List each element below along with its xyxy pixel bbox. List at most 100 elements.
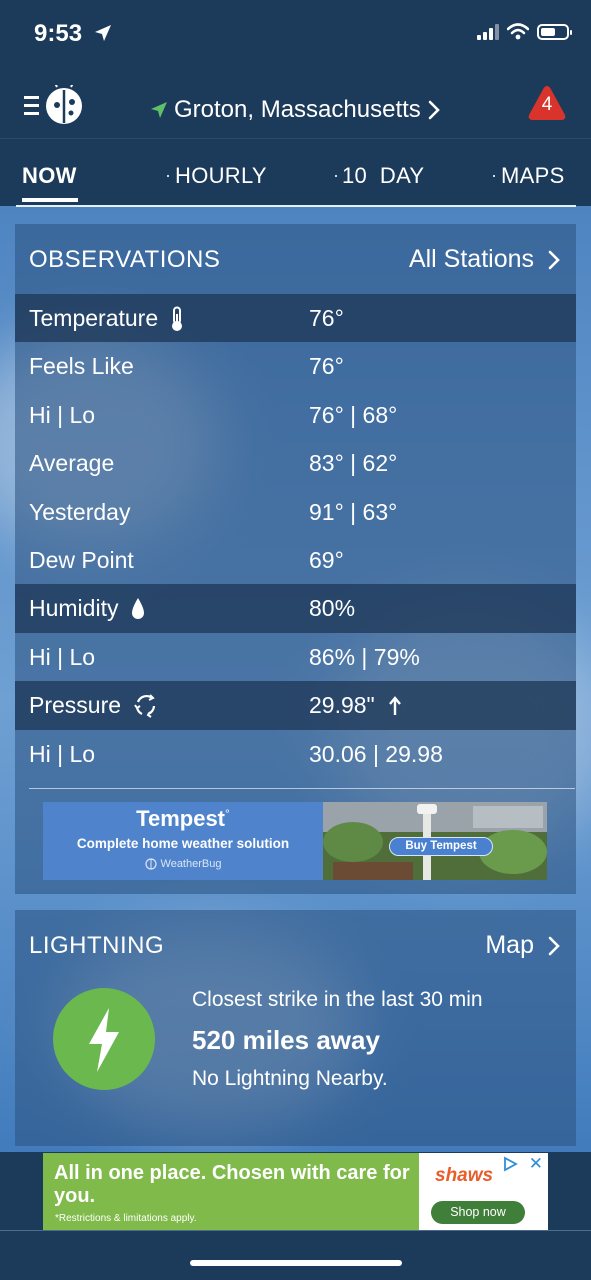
observation-row-average: Average 83° | 62°	[15, 439, 576, 487]
tab-hourly[interactable]: HOURLY	[175, 163, 267, 189]
observation-value: 69°	[309, 546, 344, 573]
status-icons	[477, 23, 572, 40]
shaws-ad-headline: All in one place. Chosen with care for y…	[54, 1162, 410, 1207]
lightning-bolt-icon	[89, 1008, 119, 1072]
alerts-button[interactable]: 4	[527, 84, 567, 122]
observation-label: Pressure	[29, 692, 159, 719]
strike-distance: 520 miles away	[192, 1025, 380, 1055]
observation-label: Average	[29, 450, 115, 477]
lightning-header: LIGHTNING Map	[15, 910, 576, 980]
ad-choices-icon[interactable]	[502, 1156, 518, 1172]
tab-separator	[167, 175, 169, 177]
observation-row-dew-point: Dew Point 69°	[15, 536, 576, 584]
app-header: 9:53 Groton, Massachusetts 4	[0, 0, 591, 138]
shaws-ad-banner[interactable]: All in one place. Chosen with care for y…	[43, 1153, 548, 1230]
observations-header: OBSERVATIONS All Stations	[15, 224, 576, 294]
tab-now-indicator	[22, 198, 78, 202]
tempest-ad-banner[interactable]: Tempest° Complete home weather solution …	[43, 802, 547, 880]
strike-caption: Closest strike in the last 30 min	[192, 988, 483, 1011]
tab-bar: NOW HOURLY 10 DAY MAPS	[0, 138, 591, 206]
wifi-icon	[507, 23, 529, 40]
observation-value: 83° | 62°	[309, 450, 398, 477]
observation-label: Temperature	[29, 305, 184, 332]
pressure-cycle-icon	[134, 693, 156, 718]
tempest-logo: Tempest°	[136, 806, 230, 831]
lightning-map-link[interactable]: Map	[485, 931, 560, 960]
pressure-value: 29.98"	[309, 692, 375, 719]
shaws-ad-fine-print: *Restrictions & limitations apply.	[55, 1213, 197, 1224]
observation-label: Hi | Lo	[29, 643, 96, 670]
observation-value: 30.06 | 29.98	[309, 740, 443, 767]
battery-icon	[537, 23, 572, 40]
all-stations-link[interactable]: All Stations	[409, 245, 560, 274]
weatherbug-logo-icon	[144, 858, 157, 870]
location-selector[interactable]: Groton, Massachusetts	[150, 96, 441, 124]
cellular-signal-icon	[477, 23, 499, 40]
tabs-divider	[16, 205, 576, 207]
observation-row-humidity-hi-lo: Hi | Lo 86% | 79%	[15, 633, 576, 681]
observation-row-hi-lo: Hi | Lo 76° | 68°	[15, 391, 576, 439]
shop-now-button[interactable]: Shop now	[431, 1201, 525, 1224]
water-drop-icon	[132, 597, 145, 619]
location-name: Groton, Massachusetts	[174, 96, 421, 123]
home-indicator[interactable]	[190, 1260, 402, 1266]
observation-row-humidity[interactable]: Humidity 80%	[15, 584, 576, 633]
lightning-bolt-badge	[53, 988, 155, 1090]
tab-separator	[335, 175, 337, 177]
observation-label: Feels Like	[29, 353, 134, 380]
observation-value: 76° | 68°	[309, 401, 398, 428]
alert-count: 4	[541, 94, 553, 115]
location-services-icon	[95, 25, 111, 41]
tempest-tagline: Complete home weather solution	[76, 836, 290, 851]
shaws-logo: shaws	[435, 1165, 494, 1186]
observation-row-pressure[interactable]: Pressure 29.98"	[15, 681, 576, 730]
chevron-right-icon	[548, 250, 560, 269]
weatherbug-brand: WeatherBug	[43, 858, 323, 870]
tempest-photo: Buy Tempest	[323, 802, 547, 880]
all-stations-label: All Stations	[408, 245, 534, 273]
ad-close-icon[interactable]: ✕	[529, 1154, 543, 1174]
menu-button[interactable]	[24, 80, 86, 127]
observation-row-yesterday: Yesterday 91° | 63°	[15, 488, 576, 536]
observation-label-text: Humidity	[29, 595, 119, 622]
observation-label-text: Pressure	[29, 692, 122, 719]
observation-value: 86% | 79%	[309, 643, 420, 670]
observation-row-pressure-hi-lo: Hi | Lo 30.06 | 29.98	[15, 730, 576, 778]
observation-label: Humidity	[29, 595, 146, 622]
status-time: 9:53	[34, 20, 83, 47]
observations-card: OBSERVATIONS All Stations Temperature 76…	[15, 224, 576, 894]
observation-value: 76°	[309, 305, 344, 331]
tab-10-day[interactable]: 10 DAY	[342, 163, 424, 189]
observation-label: Hi | Lo	[29, 401, 96, 428]
location-arrow-icon	[151, 102, 167, 118]
chevron-right-icon	[548, 936, 560, 955]
observation-label-text: Temperature	[29, 305, 159, 331]
tempest-ad-text: Tempest° Complete home weather solution …	[43, 802, 323, 880]
tab-separator	[493, 175, 495, 177]
lightning-card: LIGHTNING Map Closest strike in the last…	[15, 910, 576, 1146]
buy-tempest-button[interactable]: Buy Tempest	[389, 837, 493, 856]
strike-status: No Lightning Nearby.	[192, 1067, 388, 1090]
observations-title: OBSERVATIONS	[29, 246, 221, 273]
lightning-title: LIGHTNING	[29, 932, 165, 959]
observation-row-temperature[interactable]: Temperature 76°	[15, 294, 576, 343]
thermometer-icon	[172, 306, 183, 331]
observation-label: Dew Point	[29, 546, 134, 573]
chevron-right-icon	[428, 100, 440, 120]
card-divider	[29, 788, 575, 789]
observation-value: 76°	[309, 353, 344, 380]
tab-now[interactable]: NOW	[22, 163, 77, 189]
observation-value: 80%	[309, 595, 356, 622]
observation-label: Hi | Lo	[29, 740, 96, 767]
observation-value: 91° | 63°	[309, 498, 398, 525]
bottom-divider	[0, 1230, 591, 1231]
tab-maps[interactable]: MAPS	[501, 163, 565, 189]
observation-label: Yesterday	[29, 498, 131, 525]
map-link-label: Map	[485, 931, 534, 959]
tempest-logo-text: Tempest	[136, 806, 226, 831]
observation-value: 29.98"	[309, 692, 401, 719]
weatherbug-brand-text: WeatherBug	[160, 858, 222, 870]
weatherbug-menu-icon	[24, 80, 82, 124]
arrow-up-icon	[388, 695, 401, 715]
observation-row-feels-like: Feels Like 76°	[15, 342, 576, 390]
